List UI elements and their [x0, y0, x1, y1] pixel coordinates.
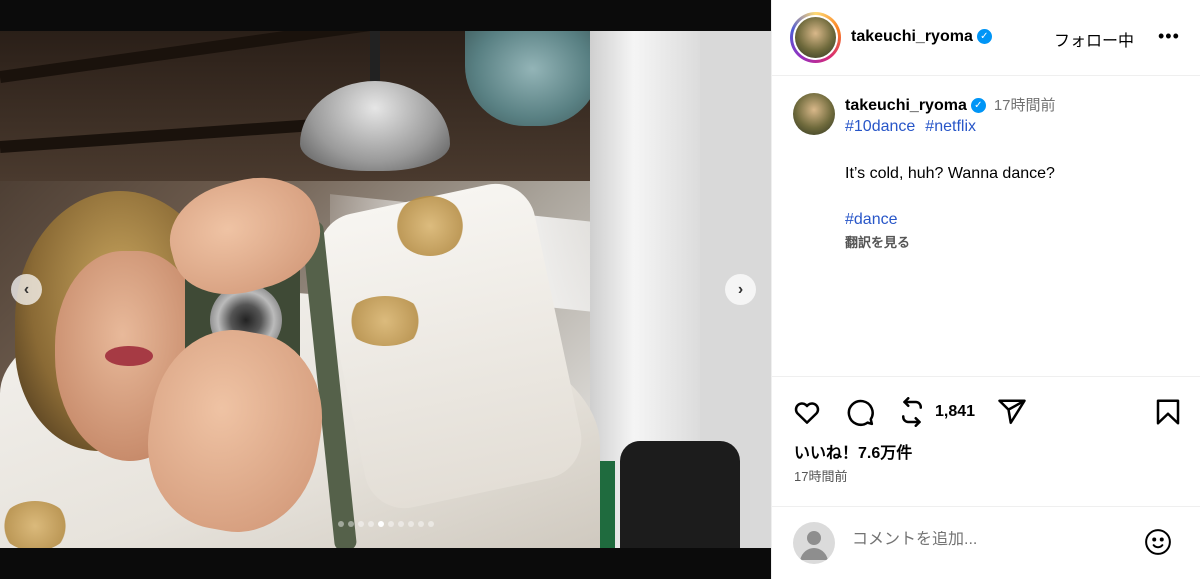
emoji-icon[interactable]: [1143, 527, 1173, 562]
heart-icon[interactable]: [792, 397, 822, 432]
verified-badge-icon: ✓: [970, 98, 986, 114]
repost-count: 1,841: [935, 403, 976, 420]
likes-count[interactable]: いいね！7.6万件: [794, 439, 912, 463]
post-sidebar: takeuchi_ryoma ✓ フォロー中 ••• takeuchi_ryoma…: [771, 0, 1200, 579]
chevron-right-icon: ›: [737, 280, 744, 298]
photo-embroidery: [395, 196, 465, 256]
chevron-left-icon: ‹: [23, 280, 30, 298]
carousel-dot: [407, 521, 414, 527]
carousel-dot: [357, 521, 364, 527]
carousel-dot: [347, 521, 354, 527]
following-button[interactable]: フォロー中: [1054, 27, 1134, 51]
verified-badge-icon: ✓: [976, 29, 992, 45]
avatar-border: [793, 15, 838, 60]
carousel-dot: [417, 521, 424, 527]
more-options-icon[interactable]: •••: [1158, 26, 1180, 47]
caption-text: It’s cold, huh? Wanna dance?: [845, 165, 1055, 182]
carousel-prev-button[interactable]: ‹: [11, 274, 42, 305]
send-icon[interactable]: [997, 397, 1027, 432]
caption-avatar[interactable]: [793, 93, 835, 135]
carousel-dot: [387, 521, 394, 527]
bookmark-icon[interactable]: [1153, 397, 1183, 432]
carousel-next-button[interactable]: ›: [725, 274, 756, 305]
post-media: ‹ ›: [0, 0, 771, 579]
post-timestamp[interactable]: 17時間前: [794, 466, 847, 485]
photo-embroidery: [345, 296, 425, 346]
story-ring-avatar[interactable]: [790, 12, 841, 63]
carousel-dot: [337, 521, 344, 527]
hashtag-link[interactable]: #dance: [845, 211, 898, 229]
repost-icon[interactable]: [897, 397, 927, 432]
caption-hashtags: #10dance #netflix: [845, 118, 986, 136]
carousel-dot: [427, 521, 434, 527]
hashtag-link[interactable]: #netflix: [925, 118, 976, 135]
caption-header: takeuchi_ryoma ✓ 17時間前: [845, 94, 1056, 115]
comment-composer: [772, 506, 1200, 579]
post-photo: [0, 31, 771, 548]
header-username-link[interactable]: takeuchi_ryoma ✓: [851, 28, 992, 46]
carousel-dot: [367, 521, 374, 527]
current-user-avatar: [793, 522, 835, 564]
comment-icon[interactable]: [845, 397, 875, 432]
photo-lamp-stem: [370, 31, 380, 86]
carousel-dot: [397, 521, 404, 527]
comment-input[interactable]: [852, 531, 1132, 549]
post-actions: 1,841 いいね！7.6万件 17時間前: [772, 376, 1200, 484]
photo-mouth: [105, 346, 153, 366]
carousel-indicator: [0, 521, 771, 527]
translate-button[interactable]: 翻訳を見る: [845, 232, 910, 251]
carousel-dot: [377, 521, 384, 527]
caption-timestamp[interactable]: 17時間前: [994, 97, 1056, 114]
photo-dark-object: [620, 441, 740, 548]
username-text: takeuchi_ryoma: [851, 28, 973, 45]
avatar: [795, 17, 836, 58]
post-header: takeuchi_ryoma ✓ フォロー中 •••: [772, 0, 1200, 76]
caption-username-link[interactable]: takeuchi_ryoma: [845, 97, 967, 114]
hashtag-link[interactable]: #10dance: [845, 118, 915, 135]
